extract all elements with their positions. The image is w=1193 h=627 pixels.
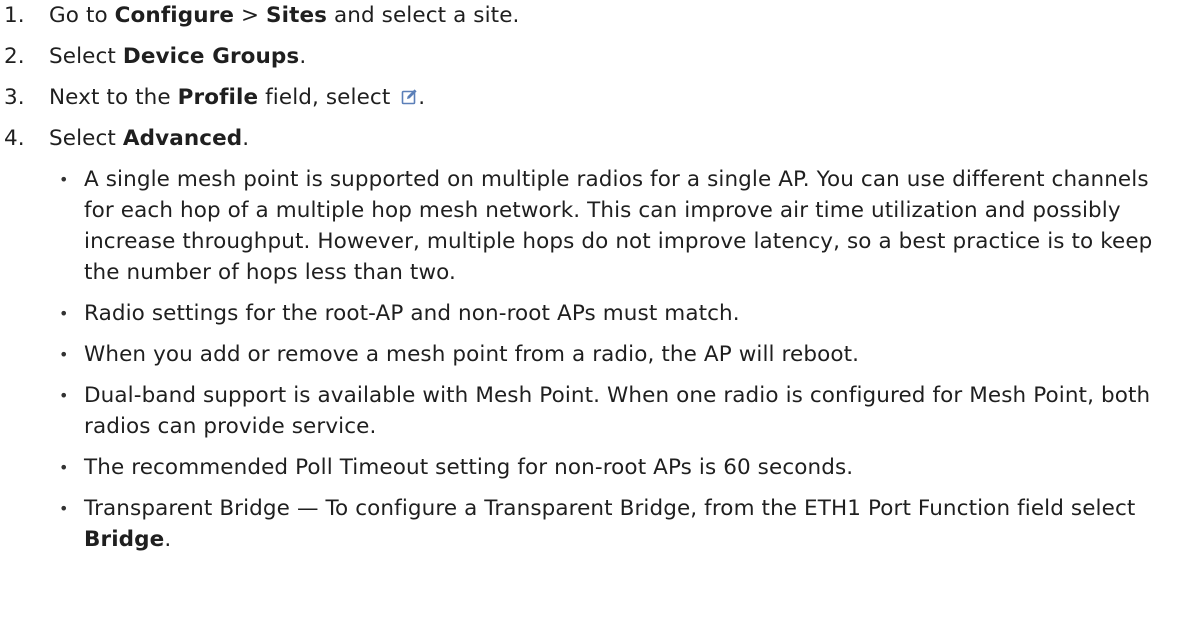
step-number: 4. [4,126,25,151]
step-4: 4. Select Advanced. [0,123,1193,154]
menu-advanced: Advanced [122,126,243,151]
edit-icon [401,89,417,105]
step-number: 1. [4,3,25,28]
menu-sites: Sites [266,3,328,28]
step-text: Select [49,126,123,151]
step-text: Go to [49,3,115,28]
note-item: • Radio settings for the root-AP and non… [0,298,1193,329]
bullet-icon: • [59,499,69,518]
menu-device-groups: Device Groups [122,44,300,69]
step-text: and select a site. [327,3,520,28]
bullet-icon: • [59,170,69,189]
step-text: . [418,85,426,110]
step-text: . [242,126,250,151]
bullet-icon: • [59,345,69,364]
step-2: 2. Select Device Groups. [0,41,1193,72]
procedure-steps: 1. Go to Configure > Sites and select a … [0,0,1193,154]
option-bridge: Bridge [84,527,165,552]
note-text: The recommended Poll Timeout setting for… [84,455,854,480]
step-1: 1. Go to Configure > Sites and select a … [0,0,1193,31]
step-3: 3. Next to the Profile field, select . [0,82,1193,113]
step-text: > [234,3,267,28]
note-text: . [164,527,172,552]
step-number: 3. [4,85,25,110]
note-text: A single mesh point is supported on mult… [84,167,1153,285]
note-text: Radio settings for the root-AP and non-r… [84,301,740,326]
bullet-icon: • [59,458,69,477]
note-text: When you add or remove a mesh point from… [84,342,860,367]
step-text: Next to the [49,85,178,110]
bullet-icon: • [59,386,69,405]
note-item: • Transparent Bridge — To configure a Tr… [0,493,1193,555]
menu-configure: Configure [114,3,235,28]
step-text: field, select [258,85,398,110]
notes-list: • A single mesh point is supported on mu… [0,164,1193,555]
step-text: . [299,44,307,69]
note-text: Dual-band support is available with Mesh… [84,383,1151,439]
step-number: 2. [4,44,25,69]
document-body: 1. Go to Configure > Sites and select a … [0,0,1193,555]
note-text: Transparent Bridge — To configure a Tran… [84,496,1136,521]
field-profile: Profile [177,85,259,110]
note-item: • A single mesh point is supported on mu… [0,164,1193,288]
step-text: Select [49,44,123,69]
note-item: • Dual-band support is available with Me… [0,380,1193,442]
note-item: • The recommended Poll Timeout setting f… [0,452,1193,483]
bullet-icon: • [59,304,69,323]
note-item: • When you add or remove a mesh point fr… [0,339,1193,370]
